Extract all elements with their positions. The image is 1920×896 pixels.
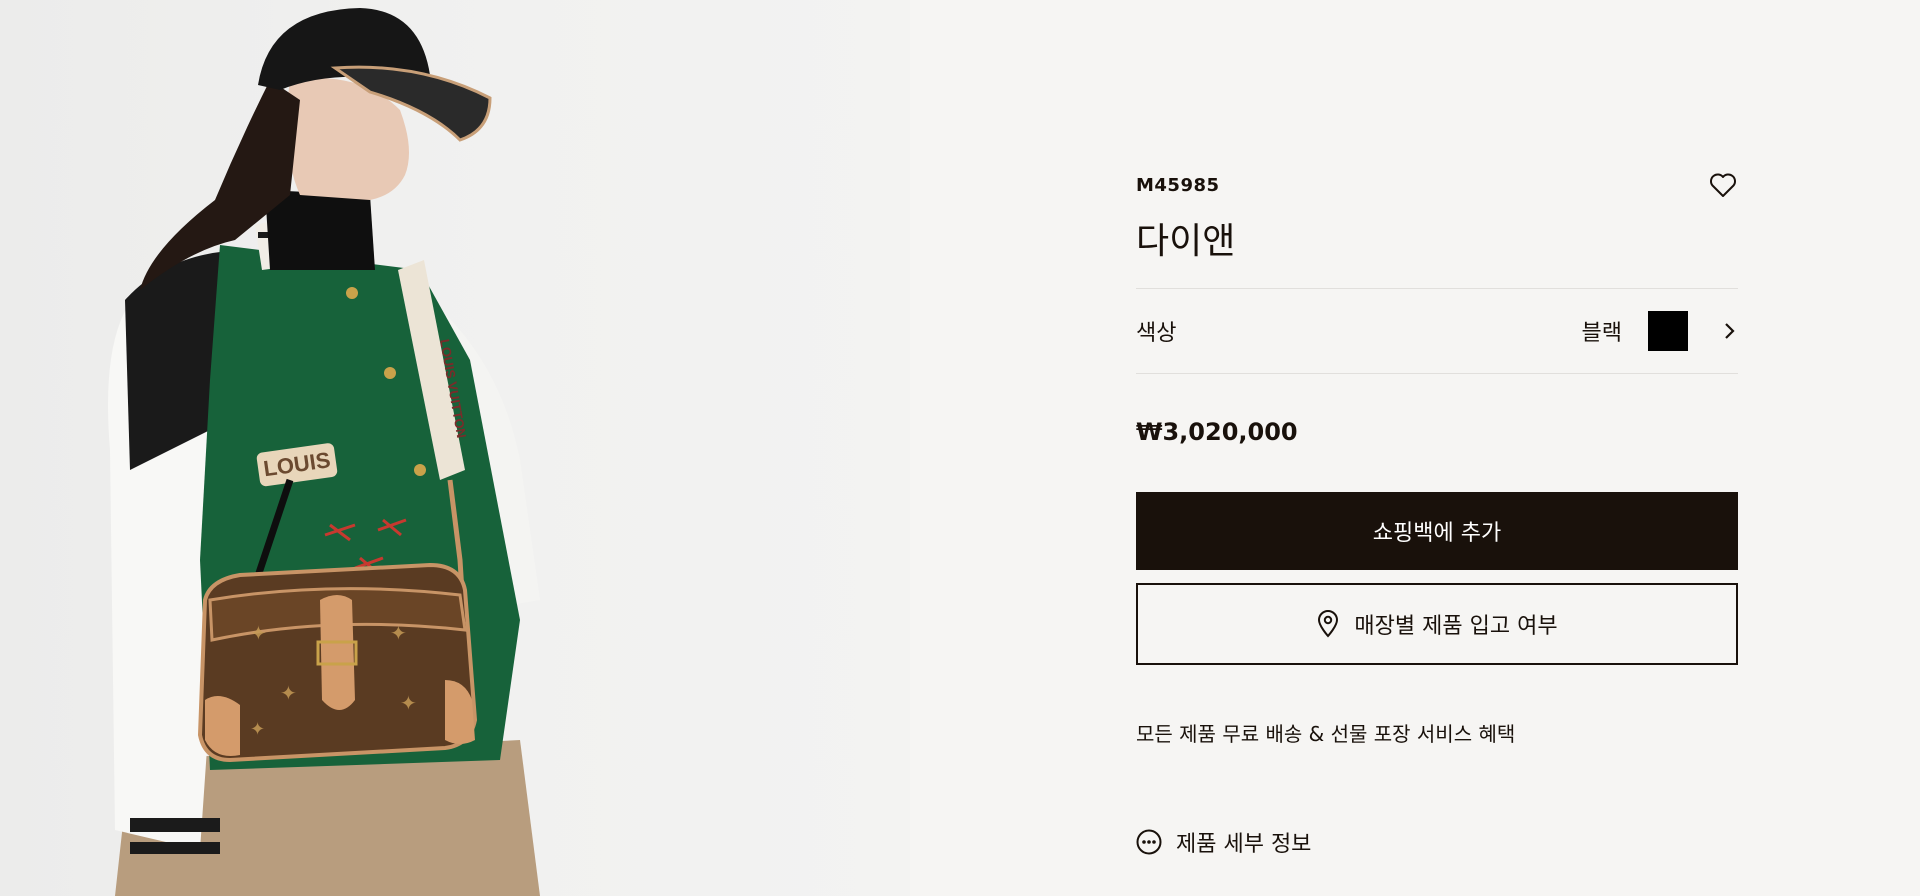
more-dots-icon bbox=[1136, 829, 1162, 855]
color-label: 색상 bbox=[1136, 321, 1177, 346]
color-swatch bbox=[1648, 311, 1688, 351]
add-to-bag-button[interactable]: 쇼핑백에 추가 bbox=[1136, 492, 1738, 570]
svg-text:✦: ✦ bbox=[400, 691, 417, 715]
svg-text:✦: ✦ bbox=[280, 681, 297, 705]
divider bbox=[1136, 373, 1738, 374]
product-details-link[interactable]: 제품 세부 정보 bbox=[1136, 826, 1311, 858]
location-pin-icon bbox=[1318, 610, 1339, 638]
store-availability-button[interactable]: 매장별 제품 입고 여부 bbox=[1136, 583, 1738, 665]
color-value: 블랙 bbox=[1581, 321, 1622, 346]
model-illustration: LOUIS LOUIS VUITTON ✦ ✦ ✦ ✦ ✦ bbox=[108, 8, 540, 896]
svg-text:✦: ✦ bbox=[250, 719, 265, 740]
color-selector[interactable]: 색상 블랙 bbox=[1136, 289, 1738, 373]
product-image[interactable]: LOUIS LOUIS VUITTON ✦ ✦ ✦ ✦ ✦ bbox=[0, 0, 910, 896]
svg-text:✦: ✦ bbox=[250, 621, 267, 645]
product-title: 다이앤 bbox=[1136, 221, 1236, 262]
heart-icon bbox=[1710, 173, 1736, 197]
product-price: ₩3,020,000 bbox=[1136, 418, 1298, 446]
chevron-right-icon bbox=[1724, 321, 1738, 341]
product-details-label: 제품 세부 정보 bbox=[1176, 832, 1312, 857]
product-sku: M45985 bbox=[1136, 175, 1220, 196]
benefits-text: 모든 제품 무료 배송 & 선물 포장 서비스 혜택 bbox=[1136, 722, 1516, 746]
wishlist-button[interactable] bbox=[1708, 170, 1738, 200]
product-info-panel: M45985 다이앤 색상 블랙 ₩3,020,000 쇼핑백에 추가 매장별 … bbox=[1136, 0, 1738, 896]
store-availability-label: 매장별 제품 입고 여부 bbox=[1354, 614, 1558, 639]
svg-text:✦: ✦ bbox=[390, 621, 407, 645]
product-page: LOUIS LOUIS VUITTON ✦ ✦ ✦ ✦ ✦ M45985 다이앤… bbox=[0, 0, 1920, 896]
